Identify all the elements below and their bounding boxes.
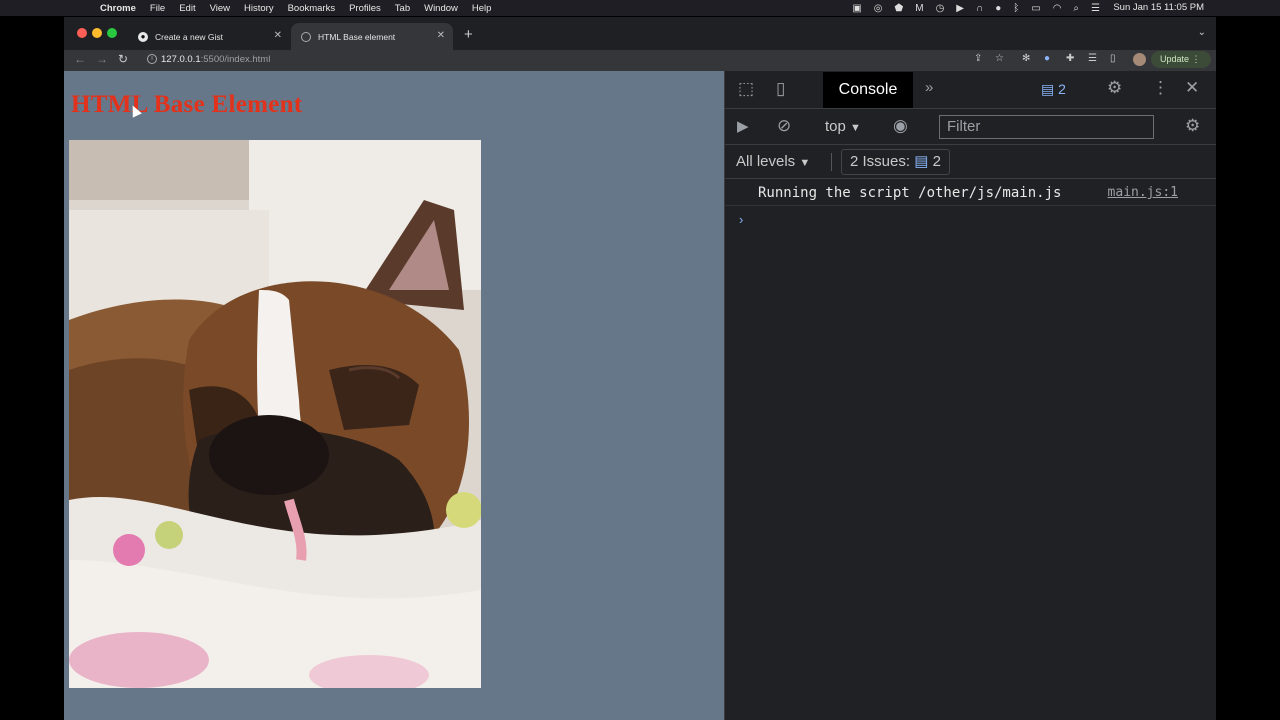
- clock-status-icon[interactable]: ◷: [936, 3, 945, 14]
- globe-icon: [301, 31, 311, 42]
- dog-photo: [69, 140, 481, 688]
- menu-profiles[interactable]: Profiles: [349, 3, 381, 14]
- screen-record-icon[interactable]: ▣: [852, 3, 861, 14]
- play-icon[interactable]: ▶: [956, 3, 964, 14]
- issues-button[interactable]: 2 Issues: ▤ 2: [841, 149, 950, 175]
- log-levels-dropdown[interactable]: All levels ▼: [736, 153, 810, 170]
- search-icon[interactable]: ⌕: [1073, 3, 1079, 14]
- browser-toolbar: ← → ↻ i 127.0.0.1:5500/index.html ⇪ ☆ ✻ …: [64, 50, 1216, 71]
- update-button[interactable]: Update ⋮: [1151, 51, 1211, 68]
- github-icon: ●: [138, 31, 148, 42]
- context-selector[interactable]: top ▼: [825, 118, 861, 135]
- chevron-down-icon: ▼: [850, 122, 861, 134]
- new-tab-button[interactable]: +: [464, 26, 473, 43]
- url-path: :5500/index.html: [200, 54, 271, 65]
- app-m-icon[interactable]: M: [915, 3, 923, 14]
- console-log-entry: Running the script /other/js/main.js mai…: [725, 179, 1216, 206]
- more-tabs-icon[interactable]: »: [925, 79, 933, 96]
- headphones-icon[interactable]: ∩: [976, 3, 983, 14]
- device-toolbar-icon[interactable]: ▯: [776, 79, 785, 99]
- page-title: HTML Base Element: [71, 91, 303, 118]
- menu-bookmarks[interactable]: Bookmarks: [288, 3, 336, 14]
- reading-list-icon[interactable]: ☰: [1088, 53, 1097, 64]
- macos-menu-bar: Chrome File Edit View History Bookmarks …: [0, 0, 1280, 16]
- extensions-puzzle-icon[interactable]: ✚: [1066, 53, 1074, 64]
- inspect-element-icon[interactable]: ⬚: [738, 79, 754, 99]
- battery-icon[interactable]: ▭: [1031, 3, 1040, 14]
- console-prompt-chevron-icon[interactable]: ›: [739, 212, 743, 227]
- sync-icon[interactable]: ◎: [874, 3, 883, 14]
- issues-badge[interactable]: ▤ 2: [1041, 81, 1066, 98]
- zoom-window-button[interactable]: [107, 28, 117, 38]
- site-info-icon[interactable]: i: [147, 54, 157, 64]
- browser-window: ● Create a new Gist ✕ HTML Base element …: [64, 17, 1216, 720]
- menu-app-name[interactable]: Chrome: [100, 3, 136, 14]
- tab-html-base-element[interactable]: HTML Base element ✕: [291, 23, 453, 50]
- minimize-window-button[interactable]: [92, 28, 102, 38]
- close-tab-icon[interactable]: ✕: [274, 30, 282, 41]
- live-expression-eye-icon[interactable]: ◉: [893, 116, 908, 136]
- url-host: 127.0.0.1: [161, 54, 201, 65]
- issues-count: 2: [932, 153, 941, 170]
- bluetooth-icon[interactable]: ᛒ: [1013, 3, 1019, 14]
- message-icon: ▤: [914, 153, 929, 170]
- back-button[interactable]: ←: [74, 52, 86, 66]
- share-icon[interactable]: ⇪: [974, 53, 982, 64]
- dog-photo-illustration: [69, 140, 481, 688]
- forward-button[interactable]: →: [96, 52, 108, 66]
- menu-view[interactable]: View: [210, 3, 230, 14]
- page-viewport: HTML Base Element: [64, 71, 724, 720]
- update-label: Update: [1160, 54, 1190, 64]
- tab-title: Create a new Gist: [155, 31, 224, 42]
- message-icon: ▤: [1041, 81, 1055, 97]
- close-window-button[interactable]: [77, 28, 87, 38]
- tab-console[interactable]: Console: [823, 72, 913, 108]
- console-filter-bar: All levels ▼ 2 Issues: ▤ 2: [725, 145, 1216, 179]
- log-message: Running the script /other/js/main.js: [758, 185, 1062, 201]
- filter-input[interactable]: Filter: [939, 115, 1154, 139]
- reload-button[interactable]: ↻: [118, 52, 128, 66]
- issues-label: 2 Issues:: [850, 153, 911, 170]
- log-source-link[interactable]: main.js:1: [1108, 185, 1178, 200]
- side-panel-icon[interactable]: ▯: [1110, 53, 1116, 64]
- sidebar-toggle-icon[interactable]: ▶: [737, 117, 749, 135]
- console-settings-gear-icon[interactable]: ⚙: [1185, 116, 1200, 136]
- menu-history[interactable]: History: [244, 3, 274, 14]
- record-icon[interactable]: ●: [995, 3, 1001, 14]
- chevron-down-icon: ▼: [799, 157, 811, 169]
- control-center-icon[interactable]: ☰: [1091, 3, 1100, 14]
- menu-clock[interactable]: Sun Jan 15 11:05 PM: [1113, 2, 1204, 13]
- bookmark-star-icon[interactable]: ☆: [995, 53, 1004, 64]
- menu-help[interactable]: Help: [472, 3, 492, 14]
- menu-file[interactable]: File: [150, 3, 165, 14]
- clear-console-icon[interactable]: ⊘: [777, 116, 791, 136]
- divider: [831, 153, 832, 171]
- tab-search-chevron-icon[interactable]: ⌄: [1198, 27, 1206, 38]
- tab-create-gist[interactable]: ● Create a new Gist ✕: [128, 23, 290, 50]
- close-devtools-icon[interactable]: ✕: [1185, 78, 1199, 98]
- tab-title: HTML Base element: [318, 31, 396, 42]
- tab-strip: ● Create a new Gist ✕ HTML Base element …: [64, 17, 1216, 50]
- settings-gear-icon[interactable]: ⚙: [1107, 78, 1122, 98]
- issues-badge-count: 2: [1058, 81, 1066, 97]
- devtools-panel: ⬚ ▯ Console » ▤ 2 ⚙ ⋮ ✕ ▶ ⊘ top ▼ ◉ Filt…: [724, 71, 1216, 720]
- context-label: top: [825, 118, 846, 135]
- menu-tab[interactable]: Tab: [395, 3, 410, 14]
- menu-edit[interactable]: Edit: [179, 3, 195, 14]
- address-bar[interactable]: 127.0.0.1:5500/index.html: [161, 54, 270, 65]
- shield-icon[interactable]: ⬟: [895, 3, 904, 14]
- console-toolbar: ▶ ⊘ top ▼ ◉ Filter ⚙: [725, 109, 1216, 145]
- extension-blue-icon[interactable]: ●: [1044, 53, 1050, 64]
- extension-gear-icon[interactable]: ✻: [1022, 53, 1030, 64]
- wifi-icon[interactable]: ◠: [1053, 3, 1062, 14]
- close-tab-icon[interactable]: ✕: [437, 30, 445, 41]
- levels-label: All levels: [736, 153, 796, 170]
- profile-avatar[interactable]: [1133, 53, 1146, 66]
- more-options-icon[interactable]: ⋮: [1152, 78, 1169, 98]
- devtools-tabbar: ⬚ ▯ Console » ▤ 2 ⚙ ⋮ ✕: [725, 71, 1216, 109]
- status-icons: ▣ ◎ ⬟ M ◷ ▶ ∩ ● ᛒ ▭ ◠ ⌕ ☰: [852, 0, 1100, 16]
- menu-window[interactable]: Window: [424, 3, 458, 14]
